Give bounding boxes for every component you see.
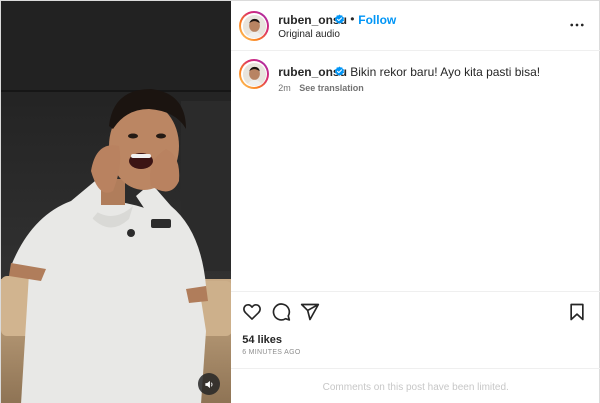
verified-badge-icon <box>335 66 345 76</box>
post-video[interactable] <box>1 1 232 403</box>
post-side-panel: ruben_onsu • Follow Original audio ruben… <box>231 1 600 403</box>
audio-label[interactable]: Original audio <box>278 29 340 40</box>
comment-icon[interactable] <box>271 302 291 322</box>
caption-avatar[interactable] <box>239 59 270 89</box>
bookmark-icon[interactable] <box>567 302 587 322</box>
avatar-image <box>242 14 266 38</box>
likes-count[interactable]: 54 likes <box>242 334 282 346</box>
caption-timestamp[interactable]: 2m <box>278 83 291 93</box>
post-actions: 54 likes 6 MINUTES AGO <box>231 291 600 371</box>
author-avatar[interactable] <box>239 11 270 41</box>
header-separator: • <box>350 12 355 26</box>
share-icon[interactable] <box>300 302 320 322</box>
speaker-icon <box>204 380 212 388</box>
video-frame <box>1 1 232 403</box>
post-header: ruben_onsu • Follow Original audio <box>231 1 600 51</box>
instagram-post: ruben_onsu • Follow Original audio ruben… <box>0 0 600 403</box>
see-translation-button[interactable]: See translation <box>299 83 364 93</box>
comments-section: Comments on this post have been limited. <box>231 368 600 403</box>
verified-badge-icon <box>335 14 345 24</box>
audio-toggle-button[interactable] <box>198 373 220 395</box>
caption-text: Bikin rekor baru! Ayo kita pasti bisa! <box>350 65 541 79</box>
avatar-image <box>242 62 266 86</box>
follow-button[interactable]: Follow <box>358 13 396 27</box>
comments-limited-notice: Comments on this post have been limited. <box>322 382 509 393</box>
heart-icon[interactable] <box>242 302 262 322</box>
more-options-icon[interactable] <box>568 16 586 34</box>
post-timestamp[interactable]: 6 MINUTES AGO <box>242 349 300 356</box>
